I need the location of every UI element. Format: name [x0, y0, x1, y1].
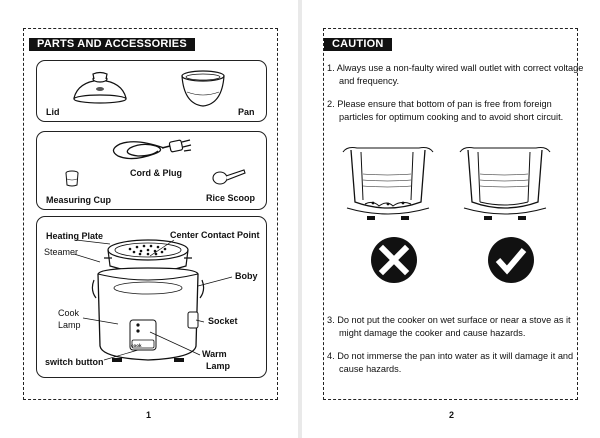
heating-plate-label: Heating Plate — [46, 231, 104, 241]
warm-lamp-label-line1: Warm — [202, 349, 227, 359]
caution-item-3: 3. Do not put the cooker on wet surface … — [327, 315, 571, 338]
page-left: PARTS AND ACCESSORIES Lid Pan Cord & Plu… — [0, 0, 298, 438]
page-number-right: 2 — [449, 410, 455, 420]
center-contact-point-label: Center Contact Point — [170, 230, 260, 240]
check-icon — [488, 237, 534, 283]
caution-item-1: 1. Always use a non-faulty wired wall ou… — [327, 63, 584, 86]
steamer-label: Steamer — [44, 247, 79, 257]
cross-icon — [371, 237, 417, 283]
page-number-left: 1 — [146, 410, 152, 420]
cook-lamp-label-line2: Lamp — [58, 320, 81, 330]
pan-on-base-wrong-illustration — [342, 146, 434, 220]
socket-label: Socket — [208, 316, 238, 326]
pan-on-base-right-illustration — [459, 146, 551, 220]
callout-lines — [73, 239, 233, 361]
cook-lamp-label-line1: Cook — [58, 308, 80, 318]
section-title-caution: CAUTION — [324, 38, 392, 51]
caution-item-2: 2. Please ensure that bottom of pan is f… — [327, 99, 564, 122]
caution-item-4: 4. Do not immerse the pan into water as … — [327, 351, 574, 374]
switch-button-label: switch button — [45, 357, 104, 367]
boby-label: Boby — [235, 271, 258, 281]
warm-lamp-label-line2: Lamp — [206, 361, 231, 371]
